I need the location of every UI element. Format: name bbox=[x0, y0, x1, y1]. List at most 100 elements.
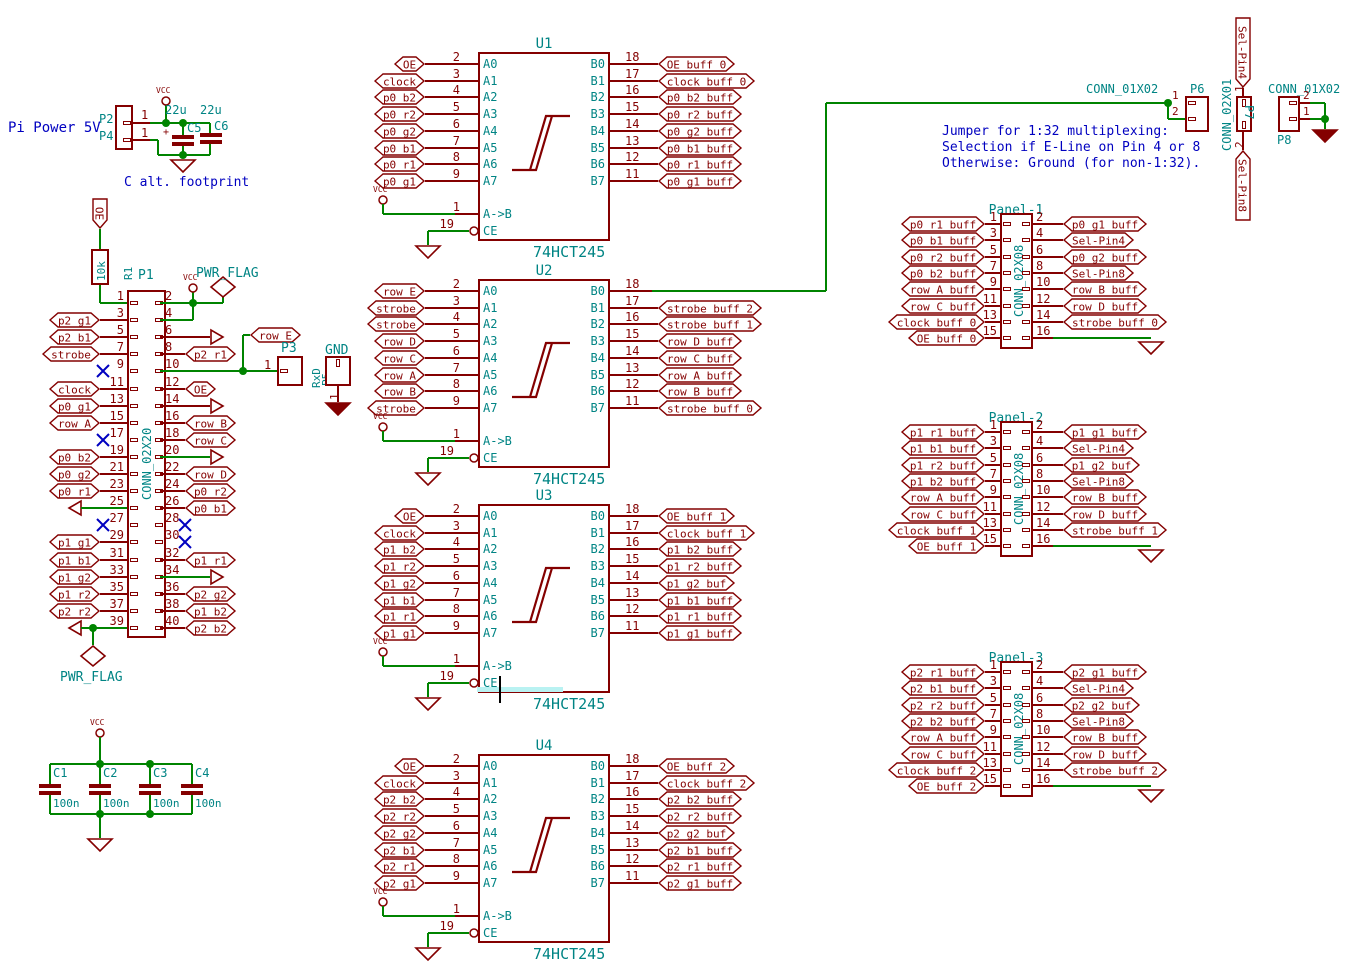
net-label-OE_buff_0[interactable]: OE_buff_0 bbox=[908, 330, 985, 346]
net-label-OE[interactable]: OE bbox=[394, 56, 425, 72]
net-label-p1_b1_buff[interactable]: p1_b1_buff bbox=[658, 592, 742, 608]
net-label-p0_b1[interactable]: p0_b1 bbox=[374, 140, 425, 156]
net-label-OE_buff_1[interactable]: OE_buff_1 bbox=[658, 508, 735, 524]
net-label-p0_r2[interactable]: p0_r2 bbox=[185, 483, 236, 499]
net-label-p2_b2[interactable]: p2_b2 bbox=[374, 791, 425, 807]
net-label-strobe[interactable]: strobe bbox=[42, 346, 100, 362]
net-label-OE_buff_1[interactable]: OE_buff_1 bbox=[908, 538, 985, 554]
net-label-clock_buff_1[interactable]: clock_buff_1 bbox=[658, 525, 755, 541]
net-label-p1_r2[interactable]: p1_r2 bbox=[374, 558, 425, 574]
net-label-p2_r1[interactable]: p2_r1 bbox=[185, 346, 236, 362]
net-label-p2_b1[interactable]: p2_b1 bbox=[49, 329, 100, 345]
net-label-clock[interactable]: clock bbox=[374, 73, 425, 89]
net-label-p0_b1_buff[interactable]: p0_b1_buff bbox=[658, 140, 742, 156]
net-label-Sel-Pin8[interactable]: Sel-Pin8 bbox=[1063, 713, 1134, 729]
net-label-clock[interactable]: clock bbox=[374, 525, 425, 541]
net-label-p2_g1_buff[interactable]: p2_g1_buff bbox=[658, 875, 742, 891]
net-label-p1_r1[interactable]: p1_r1 bbox=[185, 552, 236, 568]
net-label-p0_r1_buff[interactable]: p0_r1_buff bbox=[658, 156, 742, 172]
net-label-row_C[interactable]: row_C bbox=[185, 432, 236, 448]
net-label-p1_g1_buff[interactable]: p1_g1_buff bbox=[1063, 424, 1147, 440]
net-label-p0_g2[interactable]: p0_g2 bbox=[49, 466, 100, 482]
net-label-row_D_buff[interactable]: row_D_buff bbox=[1063, 298, 1147, 314]
net-label-row_D_buff[interactable]: row_D_buff bbox=[1063, 746, 1147, 762]
cap-plate[interactable] bbox=[89, 784, 111, 788]
net-label-p1_b2_buff[interactable]: p1_b2_buff bbox=[658, 541, 742, 557]
net-label-OE[interactable]: OE bbox=[394, 508, 425, 524]
net-label-row_D[interactable]: row_D bbox=[185, 466, 236, 482]
net-label-p1_b2[interactable]: p1_b2 bbox=[374, 541, 425, 557]
net-label-row_B_buff[interactable]: row_B_buff bbox=[1063, 729, 1147, 745]
net-label-strobe_buff_1[interactable]: strobe_buff_1 bbox=[1063, 522, 1167, 538]
net-label-p2_g2[interactable]: p2_g2 bbox=[374, 825, 425, 841]
net-label-p0_g1[interactable]: p0_g1 bbox=[49, 398, 100, 414]
net-label-p2_b2_buff[interactable]: p2_b2_buff bbox=[658, 791, 742, 807]
net-label-row_A[interactable]: row_A bbox=[49, 415, 100, 431]
net-label-row_D_buff[interactable]: row_D_buff bbox=[658, 333, 742, 349]
net-label-p2_r2_buff[interactable]: p2_r2_buff bbox=[658, 808, 742, 824]
net-label-OE_buff_2[interactable]: OE_buff_2 bbox=[658, 758, 735, 774]
net-label-Sel-Pin4[interactable]: Sel-Pin4 bbox=[1063, 680, 1134, 696]
net-label-p2_r1[interactable]: p2_r1 bbox=[374, 858, 425, 874]
net-label-OE[interactable]: OE bbox=[92, 198, 108, 229]
net-label-p0_g2_buff[interactable]: p0_g2_buff bbox=[658, 123, 742, 139]
net-label-strobe[interactable]: strobe bbox=[367, 316, 425, 332]
cap-plate[interactable] bbox=[172, 135, 194, 139]
net-label-Sel-Pin4[interactable]: Sel-Pin4 bbox=[1063, 440, 1134, 456]
net-label-p1_b2[interactable]: p1_b2 bbox=[185, 603, 236, 619]
net-label-p0_b2[interactable]: p0_b2 bbox=[49, 449, 100, 465]
net-label-strobe_buff_0[interactable]: strobe_buff_0 bbox=[1063, 314, 1167, 330]
net-label-clock[interactable]: clock bbox=[49, 381, 100, 397]
net-label-strobe_buff_2[interactable]: strobe_buff_2 bbox=[658, 300, 762, 316]
net-label-row_C[interactable]: row_C bbox=[374, 350, 425, 366]
net-label-row_B_buff[interactable]: row_B_buff bbox=[1063, 281, 1147, 297]
net-label-Sel-Pin8[interactable]: Sel-Pin8 bbox=[1063, 473, 1134, 489]
net-label-OE_buff_2[interactable]: OE_buff_2 bbox=[908, 778, 985, 794]
net-label-p2_g1[interactable]: p2_g1 bbox=[49, 312, 100, 328]
net-label-Sel-Pin4[interactable]: Sel-Pin4 bbox=[1063, 232, 1134, 248]
net-label-clock_buff_2[interactable]: clock_buff_2 bbox=[658, 775, 755, 791]
net-label-p2_r1_buff[interactable]: p2_r1_buff bbox=[658, 858, 742, 874]
cap-plate[interactable] bbox=[200, 140, 222, 144]
cap-plate[interactable] bbox=[181, 784, 203, 788]
net-label-p1_r2_buff[interactable]: p1_r2_buff bbox=[658, 558, 742, 574]
net-label-p1_g2[interactable]: p1_g2 bbox=[374, 575, 425, 591]
cap-plate[interactable] bbox=[39, 784, 61, 788]
net-label-p1_r2[interactable]: p1_r2 bbox=[49, 586, 100, 602]
net-label-p1_r1_buff[interactable]: p1_r1_buff bbox=[658, 608, 742, 624]
net-label-p2_g2_buf[interactable]: p2_g2_buf bbox=[1063, 697, 1140, 713]
net-label-p0_r1[interactable]: p0_r1 bbox=[49, 483, 100, 499]
net-label-p2_b1[interactable]: p2_b1 bbox=[374, 842, 425, 858]
net-label-p1_b1[interactable]: p1_b1 bbox=[49, 552, 100, 568]
net-label-row_A_buff[interactable]: row_A_buff bbox=[658, 367, 742, 383]
net-label-row_B[interactable]: row_B bbox=[185, 415, 236, 431]
cap-plate[interactable] bbox=[200, 133, 222, 137]
net-label-row_B_buff[interactable]: row_B_buff bbox=[1063, 489, 1147, 505]
power-header-body[interactable] bbox=[115, 105, 133, 150]
net-label-p2_r2[interactable]: p2_r2 bbox=[49, 603, 100, 619]
net-label-p1_r1[interactable]: p1_r1 bbox=[374, 608, 425, 624]
net-label-Sel-Pin8[interactable]: Sel-Pin8 bbox=[1235, 150, 1251, 221]
net-label-clock[interactable]: clock bbox=[374, 775, 425, 791]
net-label-row_D_buff[interactable]: row_D_buff bbox=[1063, 506, 1147, 522]
net-label-OE_buff_0[interactable]: OE_buff_0 bbox=[658, 56, 735, 72]
net-label-p2_r2[interactable]: p2_r2 bbox=[374, 808, 425, 824]
net-label-row_D[interactable]: row_D bbox=[374, 333, 425, 349]
net-label-OE[interactable]: OE bbox=[185, 381, 216, 397]
net-label-p0_r1[interactable]: p0_r1 bbox=[374, 156, 425, 172]
net-label-p0_g1_buff[interactable]: p0_g1_buff bbox=[658, 173, 742, 189]
net-label-p0_b1[interactable]: p0_b1 bbox=[185, 500, 236, 516]
net-label-p0_g1_buff[interactable]: p0_g1_buff bbox=[1063, 216, 1147, 232]
net-label-OE[interactable]: OE bbox=[394, 758, 425, 774]
net-label-p0_b2_buff[interactable]: p0_b2_buff bbox=[658, 89, 742, 105]
pwr-flag-symbol[interactable] bbox=[80, 645, 106, 667]
net-label-p2_b2[interactable]: p2_b2 bbox=[185, 620, 236, 636]
net-label-p1_b1[interactable]: p1_b1 bbox=[374, 592, 425, 608]
cap-plate[interactable] bbox=[139, 784, 161, 788]
net-label-p1_g1_buff[interactable]: p1_g1_buff bbox=[658, 625, 742, 641]
net-label-strobe_buff_1[interactable]: strobe_buff_1 bbox=[658, 316, 762, 332]
net-label-row_E[interactable]: row_E bbox=[374, 283, 425, 299]
net-label-strobe_buff_2[interactable]: strobe_buff_2 bbox=[1063, 762, 1167, 778]
net-label-p1_g2_buf[interactable]: p1_g2_buf bbox=[1063, 457, 1140, 473]
net-label-p1_g1[interactable]: p1_g1 bbox=[49, 534, 100, 550]
